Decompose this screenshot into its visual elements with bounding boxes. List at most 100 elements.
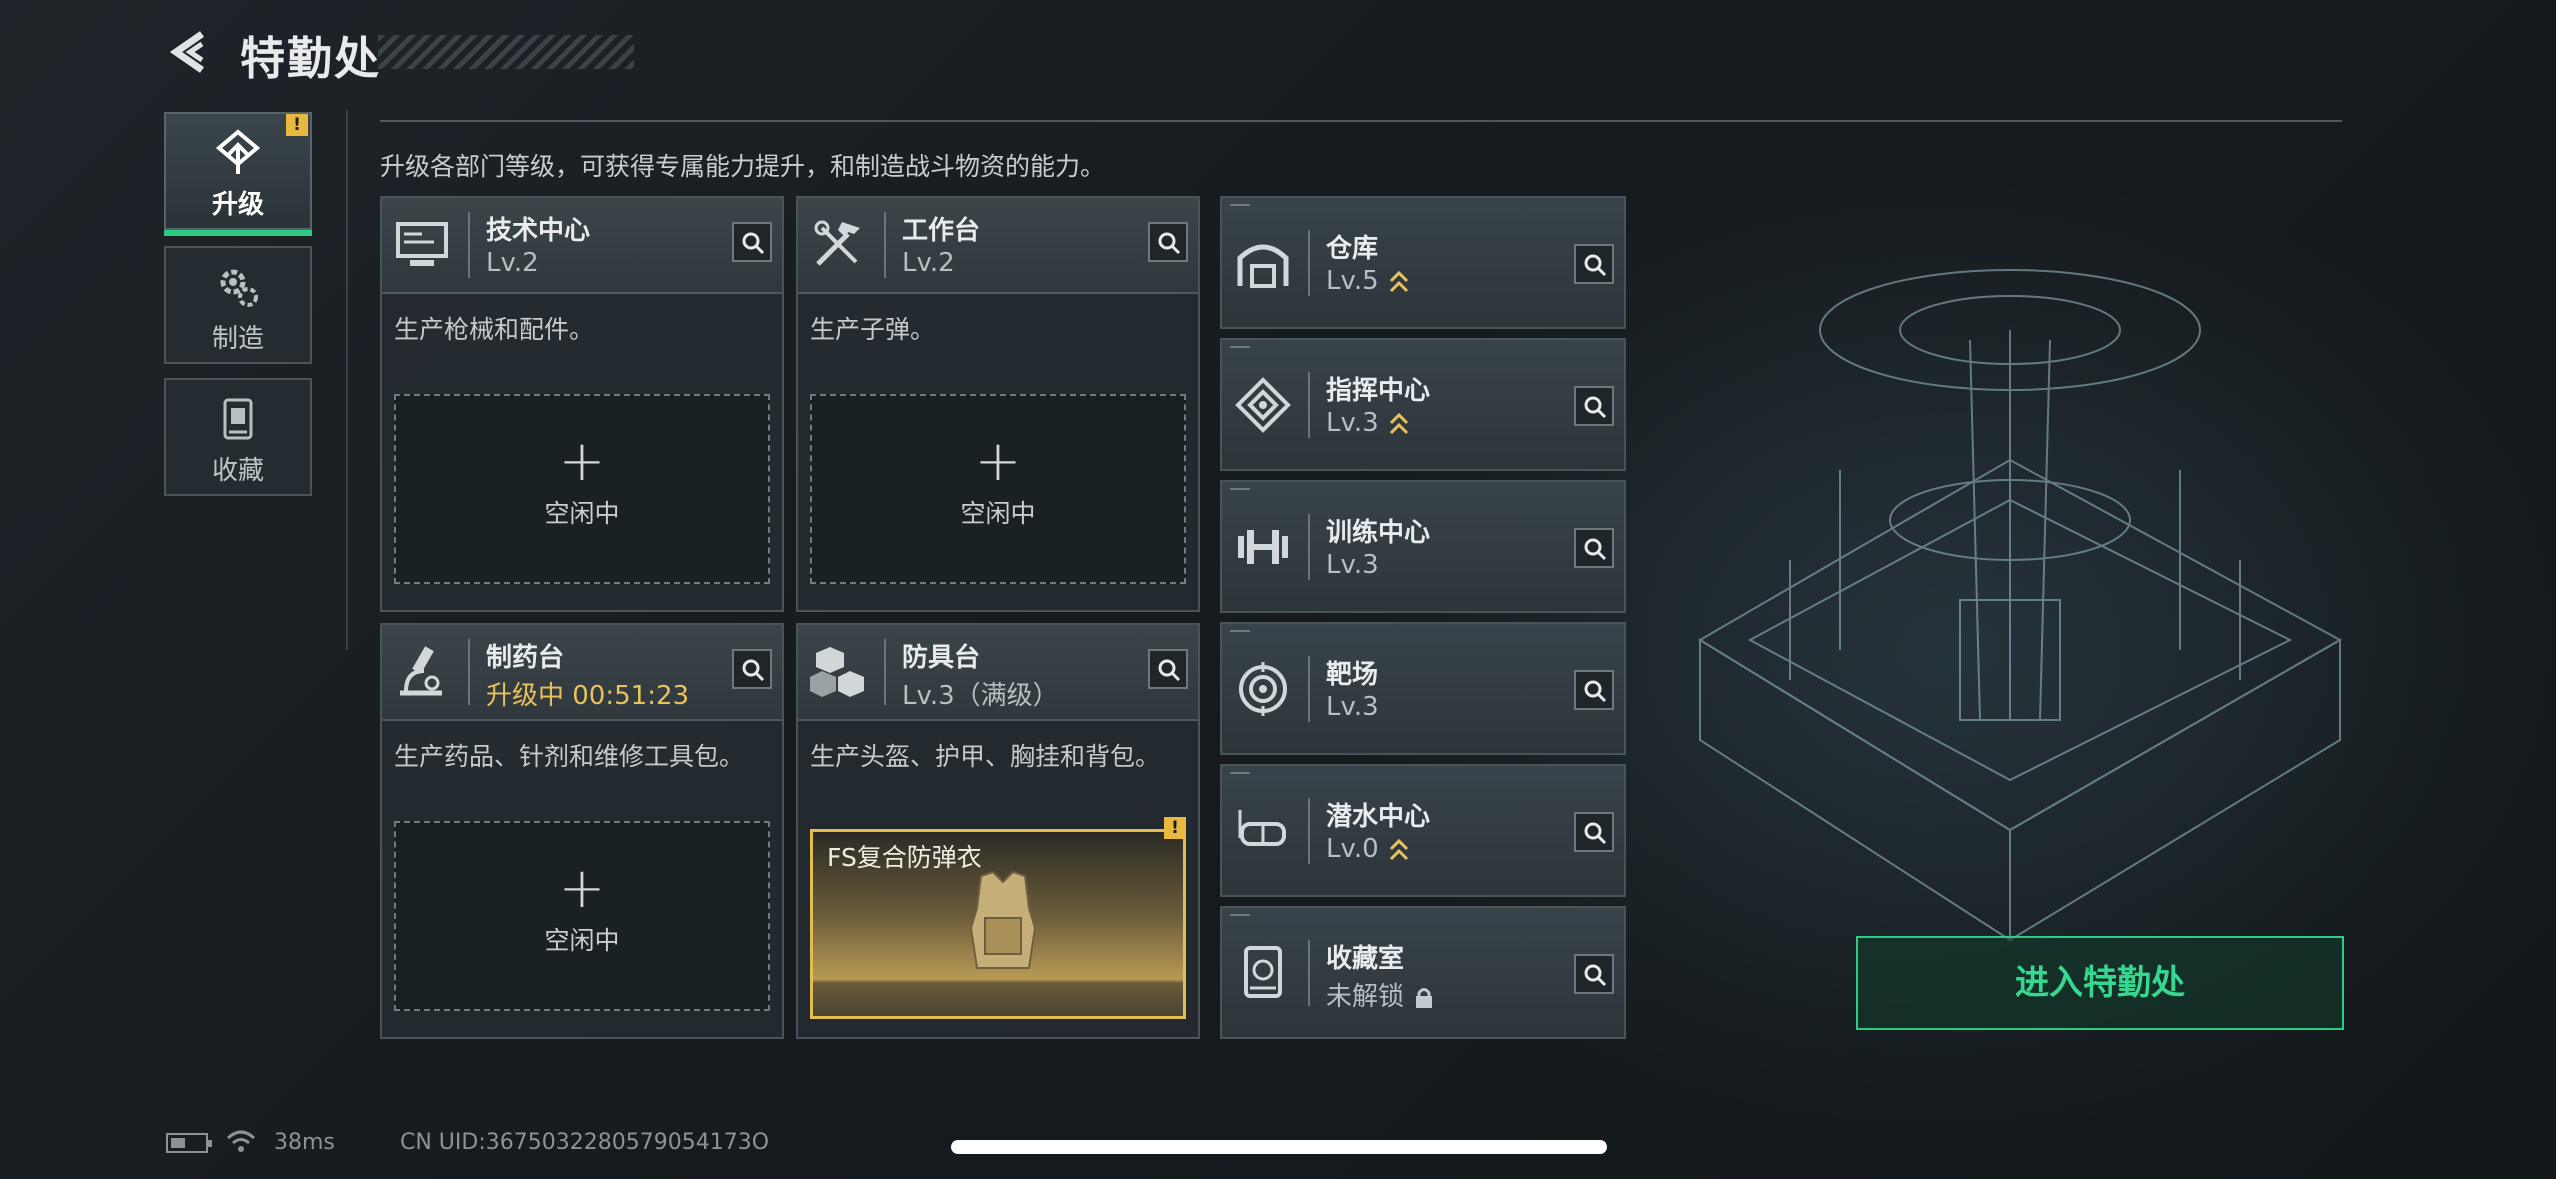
cubes-icon [810, 647, 864, 697]
level-text: Lv.5 [1326, 266, 1379, 296]
page-title: 特勤处 [240, 32, 382, 85]
separator [1308, 230, 1310, 296]
lock-icon [1416, 987, 1433, 1008]
decoration [1230, 488, 1250, 490]
inspect-button[interactable] [1574, 386, 1614, 426]
add-icon: + [558, 856, 606, 921]
decoration [1230, 914, 1250, 916]
upgrade-available-icon [1389, 270, 1408, 292]
tab-collection[interactable]: 收藏 [164, 378, 312, 496]
wifi-icon [226, 1130, 256, 1152]
facility-row-training-center[interactable]: 训练中心 Lv.3 [1220, 480, 1626, 613]
search-icon [1584, 538, 1607, 561]
headquarters-building-illustration [1698, 269, 2343, 942]
upgrade-available-icon [1389, 838, 1408, 860]
target-icon [1239, 662, 1287, 716]
department-card-armor: 防具台 Lv.3（满级） 生产头盔、护甲、胸挂和背包。 FS复合防弹衣 ! [796, 623, 1200, 1039]
facility-row-shooting-range[interactable]: 靶场 Lv.3 [1220, 622, 1626, 755]
decoration [1230, 204, 1250, 206]
diving-mask-icon [1238, 810, 1286, 846]
inspect-button[interactable] [1574, 954, 1614, 994]
production-slot[interactable]: + 空闲中 [394, 821, 770, 1011]
facility-name: 靶场 [1326, 660, 1379, 690]
divider [380, 120, 2342, 122]
back-arrow-icon[interactable] [166, 28, 214, 76]
battery-icon [166, 1133, 212, 1153]
upgrade-icon [215, 129, 261, 174]
gears-icon [220, 269, 258, 307]
department-description: 生产头盔、护甲、胸挂和背包。 [810, 742, 1161, 771]
facility-name: 收藏室 [1326, 944, 1405, 974]
home-indicator[interactable] [951, 1140, 1607, 1154]
search-icon [1584, 396, 1607, 419]
separator [1308, 798, 1310, 864]
collection-room-icon [1244, 946, 1282, 998]
alert-badge: ! [286, 114, 308, 136]
department-description: 生产药品、针剂和维修工具包。 [394, 742, 745, 771]
inspect-button[interactable] [1574, 670, 1614, 710]
monitor-icon [396, 222, 448, 266]
alert-badge: ! [1164, 817, 1186, 839]
tab-upgrade[interactable]: 升级 ! [164, 112, 312, 236]
search-icon [1158, 232, 1181, 255]
facility-name: 潜水中心 [1326, 802, 1431, 832]
department-description: 生产子弹。 [810, 315, 936, 344]
inspect-button[interactable] [732, 649, 772, 689]
card-header: 防具台 Lv.3（满级） [798, 625, 1198, 721]
upgrade-available-icon [1389, 412, 1408, 434]
slot-status: 空闲中 [960, 499, 1036, 528]
separator [468, 212, 470, 278]
decoration [1230, 346, 1250, 348]
item-name: FS复合防弹衣 [827, 843, 982, 872]
facility-row-collection-room[interactable]: 收藏室 未解锁 [1220, 906, 1626, 1039]
facility-level: Lv.5 [1326, 266, 1409, 296]
inspect-button[interactable] [732, 222, 772, 262]
department-card-tech-center: 技术中心 Lv.2 生产枪械和配件。 + 空闲中 [380, 196, 784, 612]
level-text: Lv.0 [1326, 834, 1379, 864]
slot-status: 空闲中 [544, 926, 620, 955]
tab-upgrade-label: 升级 [211, 190, 264, 220]
inspect-button[interactable] [1148, 222, 1188, 262]
inspect-button[interactable] [1574, 528, 1614, 568]
department-name: 防具台 [902, 643, 981, 673]
department-description: 生产枪械和配件。 [394, 315, 595, 344]
search-icon [1584, 680, 1607, 703]
separator [1308, 940, 1310, 1006]
department-level: Lv.2 [486, 248, 539, 278]
production-slot[interactable]: + 空闲中 [810, 394, 1186, 584]
separator [1308, 372, 1310, 438]
enter-special-ops-button[interactable]: 进入特勤处 [1856, 936, 2344, 1030]
microscope-icon [400, 646, 442, 696]
crafted-item-slot[interactable]: FS复合防弹衣 [810, 829, 1186, 1019]
facility-name: 训练中心 [1326, 518, 1431, 548]
search-icon [742, 659, 765, 682]
department-card-workbench: 工作台 Lv.2 生产子弹。 + 空闲中 [796, 196, 1200, 612]
inspect-button[interactable] [1574, 244, 1614, 284]
search-icon [1584, 254, 1607, 277]
facility-row-diving-center[interactable]: 潜水中心 Lv.0 [1220, 764, 1626, 897]
facility-row-warehouse[interactable]: 仓库 Lv.5 [1220, 196, 1626, 329]
divider [346, 110, 348, 650]
separator [884, 212, 886, 278]
card-header: 工作台 Lv.2 [798, 198, 1198, 294]
separator [1308, 514, 1310, 580]
inspect-button[interactable] [1574, 812, 1614, 852]
user-uid: CN UID:3675032280579054173O [400, 1130, 770, 1155]
inspect-button[interactable] [1148, 649, 1188, 689]
warehouse-icon [1237, 244, 1289, 288]
tab-collection-label: 收藏 [211, 456, 264, 486]
intro-text: 升级各部门等级，可获得专属能力提升，和制造战斗物资的能力。 [380, 152, 1106, 181]
production-slot[interactable]: + 空闲中 [394, 394, 770, 584]
facility-level: 未解锁 [1326, 976, 1434, 1013]
facility-name: 仓库 [1326, 234, 1379, 264]
department-level: Lv.3（满级） [902, 675, 1059, 712]
decoration [1230, 630, 1250, 632]
search-icon [1584, 822, 1607, 845]
separator [884, 639, 886, 705]
upgrade-timer: 升级中 00:51:23 [486, 681, 690, 711]
facility-row-command-center[interactable]: 指挥中心 Lv.3 [1220, 338, 1626, 471]
tab-craft[interactable]: 制造 [164, 246, 312, 364]
title-decoration [378, 35, 634, 69]
level-text: 未解锁 [1326, 982, 1405, 1012]
search-icon [742, 232, 765, 255]
